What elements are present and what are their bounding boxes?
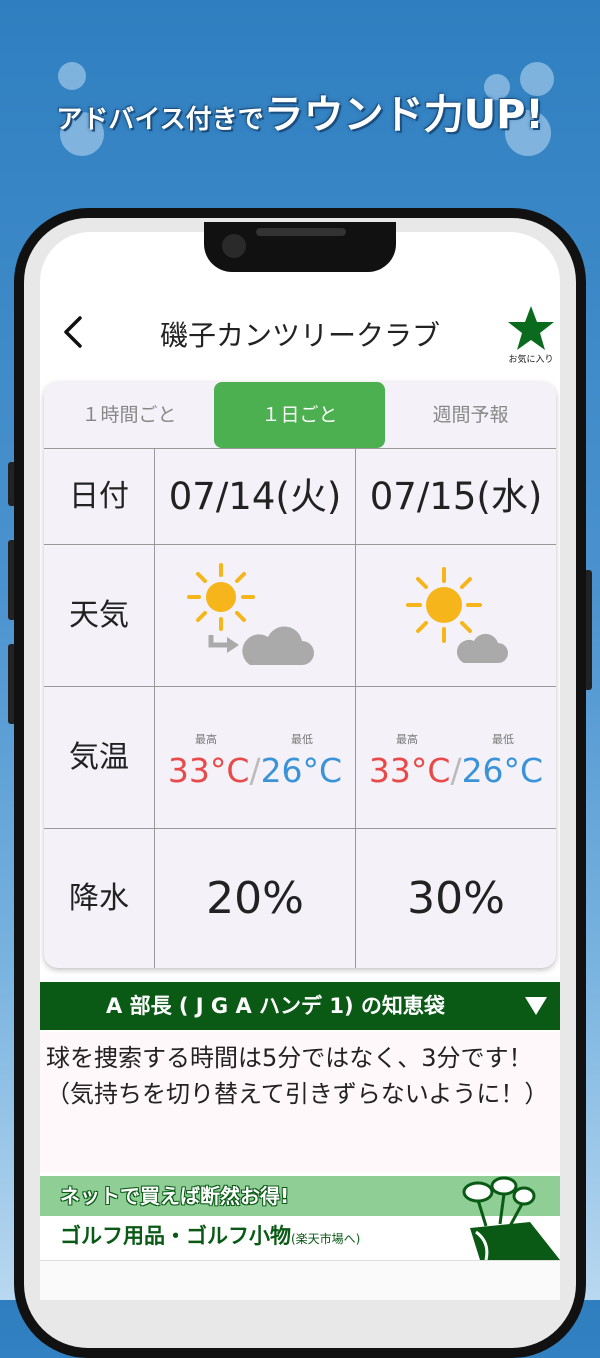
high-temp-label: 最高 (195, 733, 217, 746)
temperature-cell: 最高 最低 33°C/26°C (356, 687, 556, 828)
date-value: 07/14(火) (168, 475, 342, 518)
tab-weekly[interactable]: 週間予報 (385, 382, 556, 448)
star-icon (508, 306, 554, 350)
page-title: 磯子カンツリークラブ (159, 319, 440, 352)
table-row-precipitation: 降水 20% 30% (44, 829, 556, 968)
precipitation-value: 30% (407, 873, 505, 924)
shopping-banner[interactable]: ネットで買えば断然お得! ゴルフ用品・ゴルフ小物(楽天市場へ) (40, 1176, 560, 1260)
temperature-cell: 最高 最低 33°C/26°C (155, 687, 356, 828)
precipitation-cell: 30% (356, 829, 556, 968)
tab-hourly[interactable]: １時間ごと (44, 382, 214, 448)
phone-speaker (256, 228, 346, 236)
chevron-left-icon (64, 316, 82, 348)
table-row-weather: 天気 (44, 545, 556, 687)
tip-header-title: A 部長 ( J G A ハンデ 1) の知恵袋 (106, 994, 445, 1018)
forecast-card: １時間ごと １日ごと 週間予報 日付 07/14(火) 07/15(水) 天気 (44, 382, 556, 968)
favorite-button[interactable]: お気に入り (502, 304, 560, 365)
low-temp-label: 最低 (492, 733, 514, 746)
tip-header[interactable]: A 部長 ( J G A ハンデ 1) の知恵袋 (40, 982, 560, 1030)
high-temp-value: 33°C (368, 751, 451, 790)
row-label-temperature: 気温 (44, 687, 155, 828)
nav-bar: 磯子カンツリークラブ お気に入り (40, 302, 560, 365)
promo-headline: アドバイス付きでラウンド力UP! (0, 82, 600, 140)
high-temp-value: 33°C (167, 751, 250, 790)
promo-headline-small: アドバイス付きで (56, 105, 264, 135)
date-value: 07/15(水) (369, 475, 543, 518)
table-row-temperature: 気温 最高 最低 33°C/26°C 最高 最低 33°C/26°C (44, 687, 556, 829)
tab-daily[interactable]: １日ごと (214, 382, 385, 448)
row-label-precipitation: 降水 (44, 829, 155, 968)
date-cell: 07/15(水) (356, 449, 556, 544)
high-temp-label: 最高 (396, 733, 418, 746)
forecast-tabs: １時間ごと １日ごと 週間予報 (44, 382, 556, 448)
forecast-table: 日付 07/14(火) 07/15(水) 天気 気温 最高 最低 33°C/26… (44, 448, 556, 968)
row-label-date: 日付 (44, 449, 155, 544)
sun-with-cloud-icon (406, 567, 508, 663)
low-temp-value: 26°C (461, 751, 544, 790)
row-label-weather: 天気 (44, 545, 155, 686)
table-row-date: 日付 07/14(火) 07/15(水) (44, 449, 556, 545)
sun-then-cloudy-icon (187, 563, 314, 665)
low-temp-label: 最低 (291, 733, 313, 746)
banner-line2: ゴルフ用品・ゴルフ小物(楽天市場へ) (60, 1224, 361, 1248)
precipitation-cell: 20% (155, 829, 356, 968)
banner-line2-small: (楽天市場へ) (291, 1232, 361, 1246)
precipitation-value: 20% (206, 873, 304, 924)
tip-text: 球を捜索する時間は5分ではなく、3分です！（気持ちを切り替えて引きずらないように… (40, 1032, 560, 1180)
golf-bag-icon (462, 1176, 560, 1260)
app-screen: 磯子カンツリークラブ お気に入り １時間ごと １日ごと 週間予報 日付 07/1… (40, 232, 560, 1300)
favorite-label: お気に入り (508, 355, 554, 365)
weather-cell (356, 545, 556, 686)
triangle-down-icon[interactable] (524, 996, 548, 1016)
low-temp-value: 26°C (260, 751, 343, 790)
phone-camera (222, 234, 246, 258)
weather-cell (155, 545, 356, 686)
promo-headline-big: ラウンド力UP! (263, 92, 544, 138)
temp-separator: / (450, 751, 462, 790)
back-button[interactable] (58, 312, 88, 352)
date-cell: 07/14(火) (155, 449, 356, 544)
temp-separator: / (249, 751, 261, 790)
banner-line1: ネットで買えば断然お得! (60, 1184, 290, 1208)
